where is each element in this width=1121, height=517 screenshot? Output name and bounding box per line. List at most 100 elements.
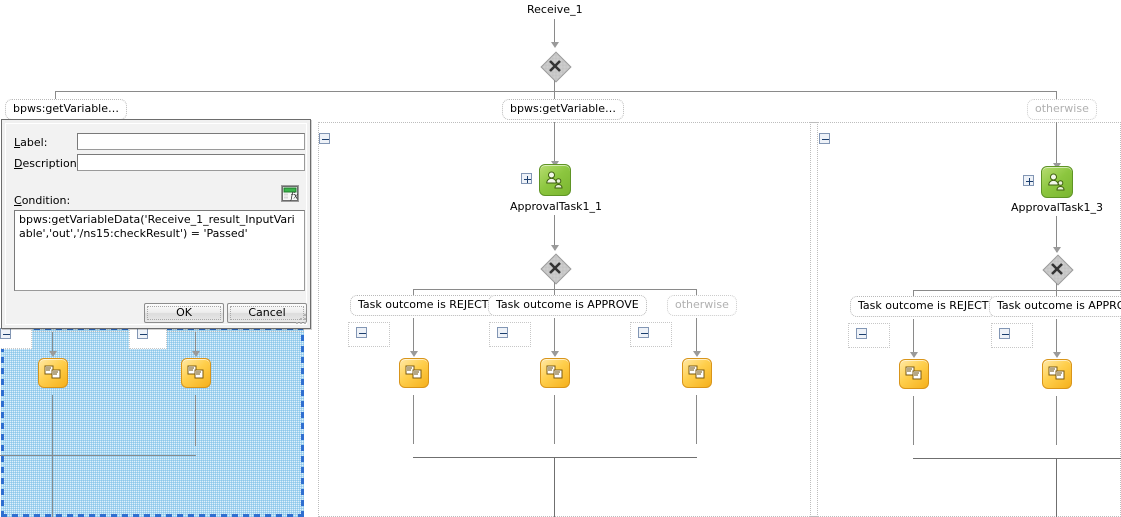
collapse-expander-right-outcome-1[interactable] [856,328,867,339]
selection-border-right [301,327,304,517]
description-field-label: Description: [14,157,80,170]
collapse-expander-left-inner-1[interactable] [0,328,11,339]
description-field-label-rest: escription: [22,157,81,170]
connector-right-pill-to-task [1056,122,1057,168]
human-task-node-approval-3[interactable] [1041,166,1073,198]
gateway-x-icon [549,262,561,274]
connector-gateway-to-bus [554,80,555,91]
expression-builder-button[interactable]: fx [281,185,299,202]
connector-center-outcome-1 [413,318,414,355]
connector-right-outcome-2 [1056,319,1057,356]
condition-textarea[interactable]: bpws:getVariableData('Receive_1_result_I… [14,210,305,291]
arrowhead-center-task-3 [693,351,701,357]
task-icon [905,366,922,380]
connector-center-task-3-out [696,395,697,444]
task-node-right-2[interactable] [1042,359,1072,389]
condition-properties-dialog[interactable]: Label: Description: fx Condition: bpws:g [1,119,311,329]
human-task-node-approval-1[interactable] [539,164,571,196]
task-icon [187,365,204,379]
condition-field-label: Condition: [14,194,70,207]
ok-button-label: OK [176,306,192,319]
connector-center-merge-bar [413,457,697,458]
label-field-label-rest: abel: [20,136,48,149]
expand-expander-approval-task-1[interactable] [521,173,532,184]
connector-right-merge-bar [913,458,1121,459]
connector-center-merge-down [554,457,555,517]
outcome-label-right-approve[interactable]: Task outcome is APPROVE [989,296,1121,317]
arrowhead-left-task-1 [49,351,57,357]
scope-center-outcome-2[interactable] [489,322,531,347]
connector-right-gateway-to-bus [1056,283,1057,290]
gateway-x-icon [549,60,561,72]
human-task-icon [546,171,563,189]
arrowhead-start-to-gateway [551,42,559,48]
connector-center-task-2-out [554,395,555,444]
dialog-inner-panel: Label: Description: fx Condition: bpws:g [5,123,307,325]
arrowhead-center-task-2 [551,351,559,357]
collapse-expander-right-scope[interactable] [819,133,830,144]
task-node-left-1[interactable] [38,358,68,388]
arrowhead-right-gateway [1053,247,1061,253]
task-icon [44,365,61,379]
xor-gateway-center[interactable] [540,253,572,285]
connector-right-task-2-out [1056,396,1057,445]
ok-button[interactable]: OK [144,303,224,323]
outcome-label-right-reject[interactable]: Task outcome is REJECT [850,296,997,317]
collapse-expander-center-outcome-3[interactable] [638,327,649,338]
branch-condition-label-1[interactable]: bpws:getVariable… [5,99,127,120]
cancel-button[interactable]: Cancel [227,303,307,323]
collapse-expander-right-outcome-2[interactable] [999,328,1010,339]
connector-center-outcome-3 [696,318,697,355]
collapse-expander-center-scope[interactable] [319,133,330,144]
bpel-diagram-canvas[interactable]: Receive_1 bpws:getVariable… bpws:getVari… [0,0,1121,517]
task-node-right-1[interactable] [899,359,929,389]
connector-center-pill-to-task [554,122,555,166]
arrowhead-center-task-1 [410,351,418,357]
arrowhead-center-gateway [551,245,559,251]
human-task-icon [1048,173,1065,191]
outcome-label-center-otherwise[interactable]: otherwise [667,295,737,316]
connector-center-task-1-out [413,395,414,444]
arrowhead-left-task-2 [192,351,200,357]
outcome-label-center-reject[interactable]: Task outcome is REJECT [350,295,497,316]
connector-right-outcome-1 [913,319,914,356]
svg-text:fx: fx [290,192,299,201]
resize-grip[interactable] [296,314,308,326]
description-input[interactable] [77,154,305,171]
scope-center-outcome-1[interactable] [348,322,390,347]
selected-scope-region[interactable] [1,327,304,517]
xor-gateway-root[interactable] [540,51,572,83]
condition-field-accel: C [14,194,22,207]
collapse-expander-center-outcome-2[interactable] [497,327,508,338]
collapse-expander-center-outcome-1[interactable] [356,327,367,338]
start-node-label: Receive_1 [527,3,583,16]
arrowhead-right-task-1 [910,352,918,358]
collapse-expander-left-inner-2[interactable] [137,328,148,339]
branch-condition-label-2[interactable]: bpws:getVariable… [502,99,624,120]
task-node-center-2[interactable] [540,358,570,388]
expand-expander-approval-task-3[interactable] [1023,175,1034,186]
approval-task-3-label: ApprovalTask1_3 [1011,201,1104,214]
connector-center-gateway-to-bus [554,282,555,289]
task-node-left-2[interactable] [181,358,211,388]
scope-center-outcome-3[interactable] [630,322,672,347]
xor-gateway-right[interactable] [1042,254,1074,286]
branch-condition-label-3[interactable]: otherwise [1027,99,1097,120]
condition-field-label-rest: ondition: [21,194,71,207]
connector-right-task-1-out [913,396,914,445]
scope-right-outcome-2[interactable] [991,323,1033,348]
connector-left-task-2-out [195,395,196,446]
task-node-center-1[interactable] [399,358,429,388]
outcome-label-center-approve[interactable]: Task outcome is APPROVE [488,295,647,316]
task-node-center-3[interactable] [682,358,712,388]
scope-right-outcome-1[interactable] [848,323,890,348]
connector-left-merge-down [52,455,53,517]
gateway-x-icon [1051,263,1063,275]
task-icon [546,365,563,379]
task-icon [1048,366,1065,380]
label-input[interactable] [77,133,305,150]
task-icon [688,365,705,379]
cancel-button-label: Cancel [248,306,286,319]
connector-left-merge-bar [0,455,196,456]
branch-bus-root [55,91,1057,92]
